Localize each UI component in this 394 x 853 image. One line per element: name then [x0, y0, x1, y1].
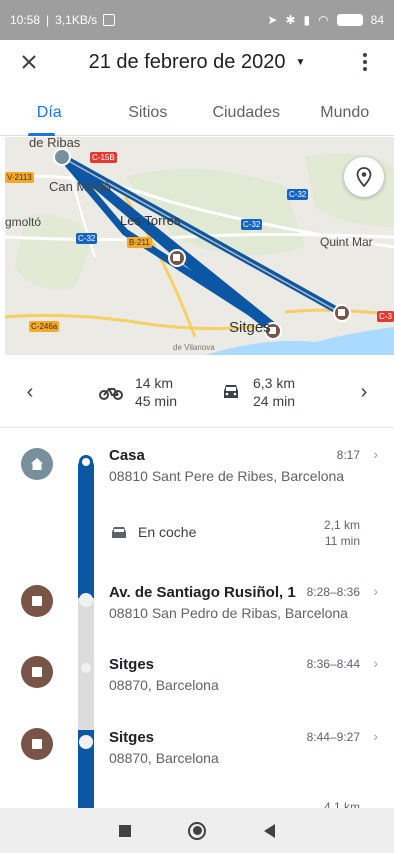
entry-time: 8:17	[336, 448, 360, 462]
road-badge-c32: C-32	[241, 219, 263, 230]
tab-bar: Día Sitios Ciudades Mundo	[0, 96, 394, 136]
status-speed: 3,1KB/s	[55, 13, 98, 27]
chevron-right-icon: ›	[373, 728, 378, 744]
road-badge-b211: B-211	[127, 237, 152, 248]
system-nav-bar	[0, 808, 394, 853]
road-badge-c32: C-32	[76, 233, 98, 244]
recent-apps-icon[interactable]	[118, 824, 131, 837]
road-badge-c3: C-3	[377, 311, 394, 322]
road-badge-c15b: C-15B	[90, 152, 117, 163]
map-label-sitges: Sitges	[229, 319, 271, 336]
entry-title: Casa	[109, 447, 145, 464]
signal-icon: ▮	[303, 13, 311, 27]
battery-icon	[336, 14, 363, 26]
bike-summary: 14 km 45 min	[98, 374, 177, 410]
car-summary: 6,3 km 24 min	[221, 374, 295, 410]
entry-title: Sitges	[109, 729, 155, 746]
caret-down-icon: ▼	[295, 56, 306, 68]
place-icon	[21, 728, 53, 760]
tab-mundo[interactable]: Mundo	[296, 96, 394, 135]
timeline-dot	[79, 455, 93, 469]
map-label-ribas: de Ribas	[29, 137, 81, 150]
close-icon[interactable]	[16, 49, 42, 75]
tab-dia[interactable]: Día	[0, 96, 99, 136]
home-icon	[21, 448, 53, 480]
page-title: 21 de febrero de 2020	[88, 50, 286, 73]
entry-time: 8:44–9:27	[306, 730, 360, 744]
route-segment-car	[78, 458, 94, 598]
car-icon	[112, 527, 126, 538]
tab-sitios[interactable]: Sitios	[99, 96, 198, 135]
wifi-icon: ◠	[318, 13, 329, 27]
location-arrow-icon: ➤	[267, 13, 278, 27]
map-label-quint-mar: Quint Mar	[320, 235, 373, 249]
timeline-dot	[79, 735, 93, 749]
entry-time: 8:36–8:44	[306, 657, 360, 671]
next-day-arrow-icon[interactable]: ›	[352, 381, 376, 404]
travel-distance: 4,1 km	[323, 800, 360, 808]
travel-distance: 2,1 km	[323, 518, 360, 532]
bike-duration: 45 min	[134, 393, 177, 409]
car-icon	[224, 385, 238, 398]
entry-time: 8:28–8:36	[306, 585, 360, 599]
transport-summary: ‹ 14 km 45 min 6,3 km 24 min ›	[0, 366, 394, 418]
chevron-right-icon: ›	[373, 583, 378, 599]
car-distance: 6,3 km	[253, 375, 296, 391]
notification-icon	[103, 14, 116, 26]
car-duration: 24 min	[253, 393, 296, 409]
entry-title: Av. de Santiago Rusiñol, 1	[109, 584, 296, 601]
home-button-icon[interactable]	[188, 821, 207, 840]
tab-ciudades[interactable]: Ciudades	[197, 96, 296, 135]
place-icon	[21, 585, 53, 617]
back-icon[interactable]	[264, 823, 276, 838]
chevron-right-icon: ›	[373, 655, 378, 671]
map-label-vilanova: de Vilanova	[173, 343, 215, 352]
status-time: 10:58	[10, 13, 41, 27]
timeline-dot	[79, 593, 93, 607]
timeline-dot	[81, 663, 91, 673]
road-badge-v2113: V-2113	[5, 172, 34, 183]
entry-address: 08870, Barcelona	[109, 750, 219, 766]
chevron-right-icon: ›	[373, 446, 378, 462]
location-pin-icon	[356, 167, 372, 187]
travel-duration: 11 min	[324, 534, 360, 548]
date-selector[interactable]: 21 de febrero de 2020 ▼	[42, 51, 352, 74]
status-bar: 10:58 | 3,1KB/s ➤ ✱ ▮ ◠ 84	[0, 0, 394, 40]
road-badge-c246a: C-246a	[29, 321, 60, 332]
bluetooth-icon: ✱	[285, 13, 296, 27]
road-badge-c32: C-32	[287, 189, 309, 200]
map-label-gmolto: gmoltó	[5, 215, 42, 229]
bike-distance: 14 km	[134, 375, 174, 391]
motorbike-icon	[98, 388, 123, 400]
map-label-les-torres: Les Torres	[120, 213, 181, 228]
more-vert-icon[interactable]	[352, 49, 378, 75]
place-icon	[21, 656, 53, 688]
entry-title: Sitges	[109, 656, 155, 673]
travel-mode: En coche	[138, 524, 197, 540]
entry-address: 08870, Barcelona	[109, 677, 219, 693]
entry-address: 08810 San Pedro de Ribas, Barcelona	[109, 605, 348, 621]
prev-day-arrow-icon[interactable]: ‹	[18, 381, 42, 404]
battery-level: 84	[370, 13, 384, 27]
location-pin-button[interactable]	[344, 157, 384, 197]
map-label-can-macia: Can Macià	[49, 179, 112, 194]
route-map[interactable]: de Ribas Can Macià gmoltó Les Torres Qui…	[5, 137, 394, 355]
app-header: 21 de febrero de 2020 ▼	[0, 40, 394, 84]
entry-address: 08810 Sant Pere de Ribes, Barcelona	[109, 468, 345, 484]
timeline: Casa 08810 Sant Pere de Ribes, Barcelona…	[0, 428, 394, 808]
